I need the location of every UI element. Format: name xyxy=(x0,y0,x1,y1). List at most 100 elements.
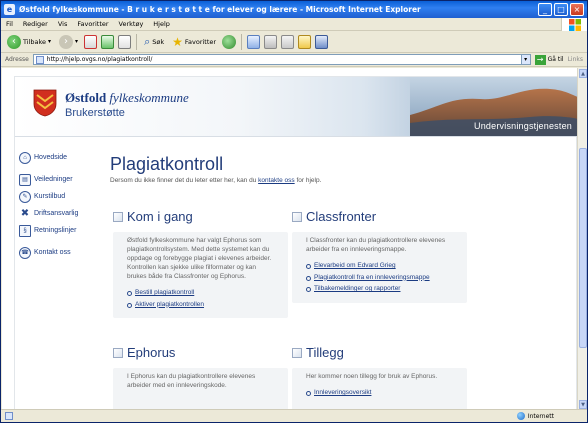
search-button[interactable]: ⌕ Søk xyxy=(142,33,166,51)
bullet-icon xyxy=(127,291,132,296)
site-banner: Østfold fylkeskommune Brukerstøtte Under… xyxy=(15,77,578,137)
forward-arrow-icon: › xyxy=(59,34,74,49)
sidebar-item-hovedside[interactable]: ⌂ Hovedside xyxy=(19,149,109,166)
favorites-button[interactable]: ★ Favoritter xyxy=(170,33,218,51)
back-button[interactable]: ‹ Tilbake ▾ xyxy=(5,33,53,51)
scroll-up-icon[interactable]: ▲ xyxy=(579,69,587,78)
sidebar-item-kontakt[interactable]: ☎ Kontakt oss xyxy=(19,244,109,261)
history-icon[interactable] xyxy=(247,34,261,49)
section-classfronter: Classfronter I Classfronter kan du plagi… xyxy=(292,209,467,303)
security-zone: Internett xyxy=(516,412,554,420)
site-name: Brukerstøtte xyxy=(65,107,125,119)
sidebar-item-driftsansvarlig[interactable]: ✖ Driftsansvarlig xyxy=(19,205,109,222)
section-heading: Classfronter xyxy=(306,209,377,224)
browser-window: e Østfold fylkeskommune - B r u k e r s … xyxy=(0,0,588,423)
scrollbar-thumb[interactable] xyxy=(579,148,587,348)
contact-icon: ☎ xyxy=(19,246,31,259)
scroll-down-icon[interactable]: ▼ xyxy=(579,400,587,409)
menu-help[interactable]: Hjelp xyxy=(153,20,170,28)
go-button[interactable]: → Gå til xyxy=(534,54,564,65)
sidebar-item-kurstilbud[interactable]: ✎ Kurstilbud xyxy=(19,188,109,205)
section-body: I Classfronter kan du plagiatkontrollere… xyxy=(292,232,467,303)
windows-logo-icon xyxy=(561,18,587,31)
bullet-icon xyxy=(306,275,311,281)
department-tagline: Undervisningstjenesten xyxy=(474,121,572,131)
home-icon[interactable] xyxy=(118,34,132,49)
section-body: Østfold fylkeskommune har valgt Ephorus … xyxy=(113,232,288,318)
links-label[interactable]: Links xyxy=(568,56,583,63)
cube-icon xyxy=(113,211,123,222)
folder-icon[interactable] xyxy=(298,34,312,49)
course-icon: ✎ xyxy=(19,190,31,203)
page-title: Plagiatkontroll xyxy=(110,154,224,174)
print-icon[interactable] xyxy=(281,34,295,49)
section-heading: Kom i gang xyxy=(127,209,193,224)
star-icon: ★ xyxy=(172,34,183,49)
section-heading: Tillegg xyxy=(306,345,344,360)
search-icon: ⌕ xyxy=(144,34,151,48)
menu-edit[interactable]: Rediger xyxy=(23,20,48,28)
page-icon xyxy=(35,55,44,64)
address-input[interactable]: http://hjelp.ovgs.no/plagiatkontroll/ ▾ xyxy=(32,54,531,65)
link-innleveringsoversikt[interactable]: Innleveringsoversikt xyxy=(306,389,455,398)
address-bar: Adresse http://hjelp.ovgs.no/plagiatkont… xyxy=(1,53,587,67)
back-arrow-icon: ‹ xyxy=(7,34,21,49)
title-bar: e Østfold fylkeskommune - B r u k e r s … xyxy=(1,1,587,18)
forward-button[interactable]: › ▾ xyxy=(57,33,80,51)
page-viewport: Østfold fylkeskommune Brukerstøtte Under… xyxy=(2,68,578,410)
mail-icon[interactable] xyxy=(264,34,278,49)
window-title: Østfold fylkeskommune - B r u k e r s t … xyxy=(19,5,421,14)
toolbar: ‹ Tilbake ▾ › ▾ ⌕ Søk ★ Favoritter xyxy=(1,31,587,53)
section-heading: Ephorus xyxy=(127,345,176,360)
close-button[interactable]: × xyxy=(570,3,584,16)
globe-icon xyxy=(516,412,525,420)
link-innleveringsmappe[interactable]: Plagiatkontroll fra en innleveringsmappe xyxy=(306,274,455,283)
go-arrow-icon: → xyxy=(534,54,546,65)
coast-photo: Undervisningstjenesten xyxy=(410,77,578,136)
page-done-icon xyxy=(5,412,13,420)
minimize-button[interactable]: _ xyxy=(538,3,552,16)
menu-bar: Fil Rediger Vis Favoritter Verktøy Hjelp xyxy=(1,18,587,31)
menu-view[interactable]: Vis xyxy=(58,20,68,28)
county-shield-icon xyxy=(33,89,57,117)
vertical-scrollbar[interactable]: ▲ ▼ xyxy=(577,68,587,410)
section-kom-i-gang: Kom i gang Østfold fylkeskommune har val… xyxy=(113,209,288,318)
bullet-icon xyxy=(306,264,311,269)
link-tilbakemeldinger[interactable]: Tilbakemeldinger og rapporter xyxy=(306,285,455,294)
section-ephorus: Ephorus I Ephorus kan du plagiatkontroll… xyxy=(113,345,288,410)
org-name[interactable]: Østfold fylkeskommune xyxy=(65,90,189,106)
media-icon[interactable] xyxy=(222,34,237,49)
link-aktiver[interactable]: Aktiver plagiatkontrollen xyxy=(127,301,276,310)
menu-tools[interactable]: Verktøy xyxy=(119,20,144,28)
messenger-icon[interactable] xyxy=(315,34,329,49)
tools-icon: ✖ xyxy=(20,208,30,219)
address-dropdown-icon[interactable]: ▾ xyxy=(520,55,530,64)
menu-file[interactable]: Fil xyxy=(6,20,13,28)
guide-icon: ▤ xyxy=(19,173,31,186)
cube-icon xyxy=(113,347,123,358)
section-tillegg: Tillegg Her kommer noen tillegg for bruk… xyxy=(292,345,467,410)
web-page: Østfold fylkeskommune Brukerstøtte Under… xyxy=(14,76,578,410)
bullet-icon xyxy=(306,287,311,292)
bullet-icon xyxy=(306,391,311,396)
cube-icon xyxy=(292,211,302,222)
refresh-icon[interactable] xyxy=(101,34,115,49)
cube-icon xyxy=(292,347,302,358)
address-label: Adresse xyxy=(5,56,29,63)
contact-link[interactable]: kontakte oss xyxy=(258,177,295,184)
page-subtitle: Dersom du ikke finner det du leter etter… xyxy=(110,177,322,184)
maximize-button[interactable]: □ xyxy=(554,3,568,16)
link-bestill[interactable]: Bestill plagiatkontroll xyxy=(127,289,276,298)
section-body: I Ephorus kan du plagiatkontrollere elev… xyxy=(113,368,288,410)
sidebar-item-retningslinjer[interactable]: § Retningslinjer xyxy=(19,222,109,239)
sidebar-nav: ⌂ Hovedside ▤ Veiledninger ✎ Kurstilbud … xyxy=(19,149,109,261)
rules-icon: § xyxy=(19,224,31,237)
bullet-icon xyxy=(127,302,132,308)
sidebar-item-veiledninger[interactable]: ▤ Veiledninger xyxy=(19,171,109,188)
ie-icon: e xyxy=(4,4,15,15)
home-icon: ⌂ xyxy=(19,151,31,164)
stop-icon[interactable] xyxy=(84,34,98,49)
link-elevarbeid[interactable]: Elevarbeid om Edvard Grieg xyxy=(306,262,455,271)
menu-favorites[interactable]: Favoritter xyxy=(77,20,108,28)
section-body: Her kommer noen tillegg for bruk av Epho… xyxy=(292,368,467,410)
